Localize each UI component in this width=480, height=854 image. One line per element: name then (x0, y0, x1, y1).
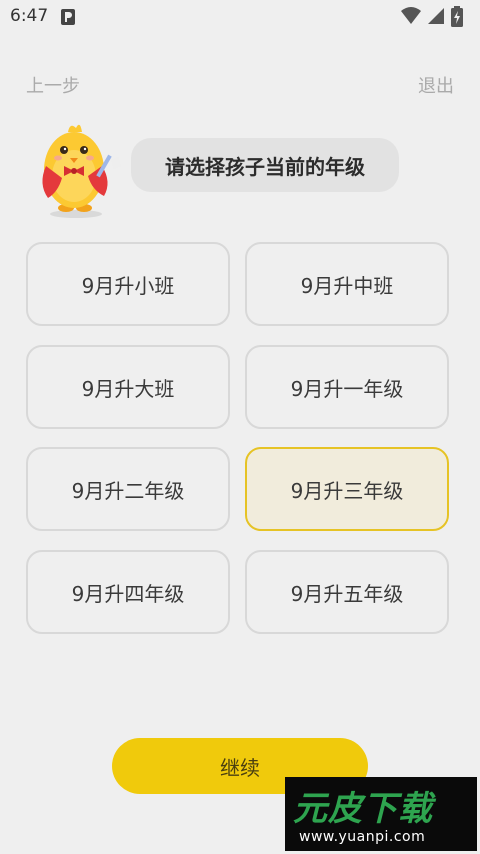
chick-mascot-icon (42, 124, 122, 218)
grade-option[interactable]: 9月升小班 (26, 242, 230, 326)
grade-option[interactable]: 9月升中班 (245, 242, 449, 326)
grade-option[interactable]: 9月升五年级 (245, 550, 449, 634)
app-notification-icon (61, 9, 75, 25)
exit-button[interactable]: 退出 (418, 72, 454, 98)
watermark-logo-text: 元皮下载 (293, 789, 433, 829)
grade-option[interactable]: 9月升三年级 (245, 447, 449, 531)
grade-option[interactable]: 9月升一年级 (245, 345, 449, 429)
watermark-url: www.yuanpi.com (299, 829, 426, 845)
status-time: 6:47 (10, 6, 49, 26)
battery-icon (451, 6, 463, 27)
signal-icon (428, 8, 444, 24)
back-button[interactable]: 上一步 (26, 72, 80, 98)
watermark-logo: 元皮下载 (293, 781, 433, 830)
watermark: 元皮下载 www.yuanpi.com (285, 777, 477, 851)
status-bar: 6:47 (0, 0, 480, 34)
grade-option[interactable]: 9月升二年级 (26, 447, 230, 531)
prompt-bubble: 请选择孩子当前的年级 (131, 138, 399, 192)
wifi-icon (401, 7, 421, 24)
status-icons (400, 6, 472, 27)
prompt-text: 请选择孩子当前的年级 (165, 154, 365, 179)
grade-option[interactable]: 9月升大班 (26, 345, 230, 429)
grade-option[interactable]: 9月升四年级 (26, 550, 230, 634)
